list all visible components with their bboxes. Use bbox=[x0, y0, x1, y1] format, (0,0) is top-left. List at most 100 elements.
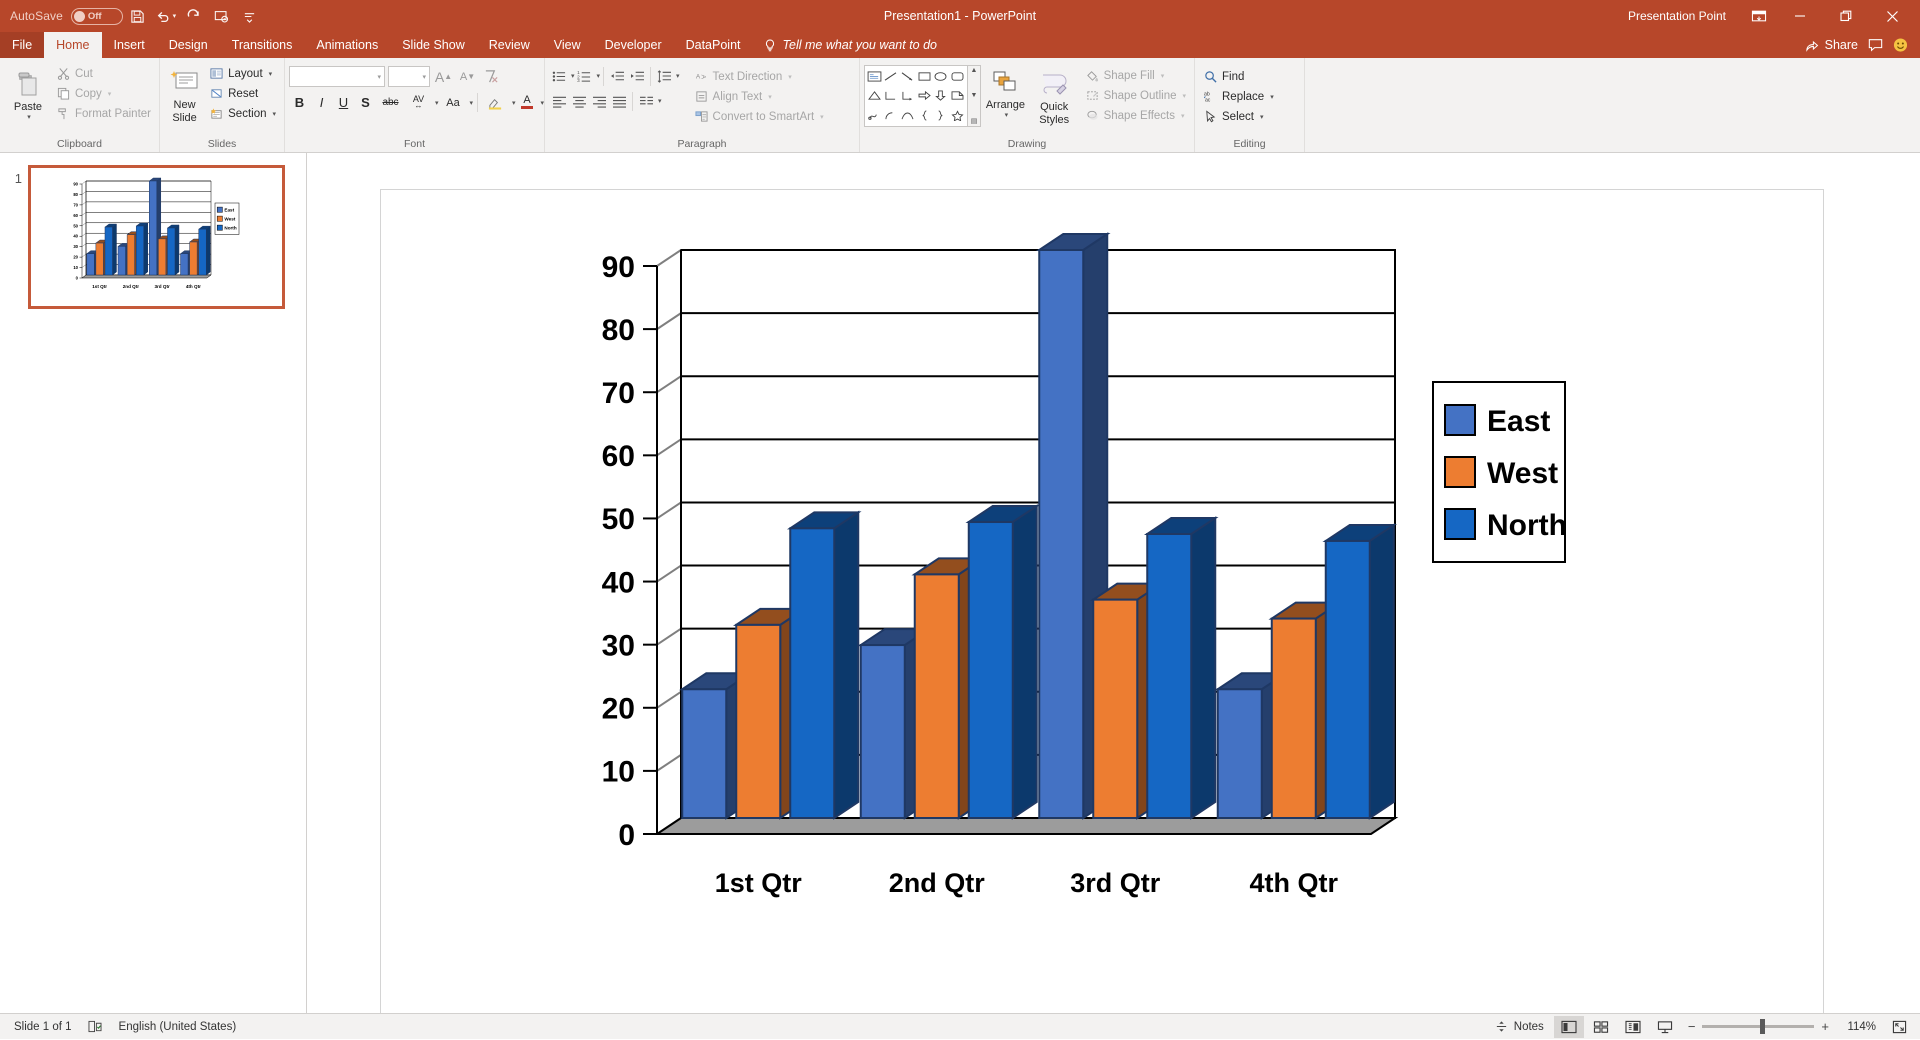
decrease-font-size-icon[interactable]: A ▼ bbox=[457, 66, 478, 87]
gallery-scroll-down-icon[interactable]: ▼ bbox=[971, 92, 978, 99]
copy-button[interactable]: Copy ▾ bbox=[52, 84, 155, 103]
comments-icon[interactable] bbox=[1868, 38, 1883, 53]
font-color-button[interactable]: A bbox=[517, 92, 538, 113]
tab-design[interactable]: Design bbox=[157, 32, 220, 58]
select-button[interactable]: Select ▾ bbox=[1199, 107, 1278, 126]
character-spacing-button[interactable]: AV ↔ bbox=[405, 92, 432, 113]
text-shadow-button[interactable]: S bbox=[355, 92, 376, 113]
shape-line-icon[interactable] bbox=[883, 67, 900, 86]
shape-left-brace-icon[interactable] bbox=[916, 106, 933, 125]
slide-sorter-icon[interactable] bbox=[1586, 1016, 1616, 1038]
format-painter-button[interactable]: Format Painter bbox=[52, 104, 155, 123]
autosave-toggle[interactable]: Off bbox=[70, 7, 123, 25]
columns-icon[interactable] bbox=[636, 91, 656, 111]
align-text-button[interactable]: Align Text ▾ bbox=[690, 87, 828, 106]
increase-indent-icon[interactable] bbox=[627, 66, 647, 86]
shape-folded-corner-icon[interactable] bbox=[949, 86, 966, 105]
column-chart-3d[interactable]: 0 10 20 30 40 50 60 70 80 90 1st Qtr 2nd Qtr 3rd Qtr… bbox=[381, 190, 1825, 1013]
shape-elbow-arrow-icon[interactable] bbox=[899, 86, 916, 105]
language-indicator[interactable]: English (United States) bbox=[111, 1014, 245, 1039]
save-icon[interactable] bbox=[125, 3, 151, 29]
quick-styles-button[interactable]: Quick Styles bbox=[1030, 65, 1079, 126]
shape-arc-icon[interactable] bbox=[883, 106, 900, 125]
paste-button[interactable]: Paste ▾ bbox=[4, 63, 52, 122]
close-icon[interactable] bbox=[1870, 0, 1914, 32]
numbering-icon[interactable]: 123 bbox=[575, 66, 595, 86]
shape-elbow-connector-icon[interactable] bbox=[883, 86, 900, 105]
shape-effects-button[interactable]: Shape Effects ▾ bbox=[1081, 106, 1190, 125]
gallery-scroll-up-icon[interactable]: ▲ bbox=[971, 67, 978, 74]
zoom-out-button[interactable]: − bbox=[1688, 1019, 1696, 1034]
bullets-icon[interactable] bbox=[549, 66, 569, 86]
tab-transitions[interactable]: Transitions bbox=[220, 32, 305, 58]
shape-right-arrow-icon[interactable] bbox=[916, 86, 933, 105]
redo-icon[interactable] bbox=[181, 3, 207, 29]
gallery-more-icon[interactable]: ▤ bbox=[971, 117, 978, 125]
shape-right-brace-icon[interactable] bbox=[933, 106, 950, 125]
shape-textbox-icon[interactable] bbox=[866, 67, 883, 86]
smiley-icon[interactable] bbox=[1893, 38, 1908, 53]
tell-me-search[interactable]: Tell me what you want to do bbox=[753, 32, 948, 58]
shape-down-arrow-icon[interactable] bbox=[933, 86, 950, 105]
normal-view-icon[interactable] bbox=[1553, 1015, 1584, 1038]
text-direction-button[interactable]: AA Text Direction ▾ bbox=[690, 67, 828, 86]
restore-icon[interactable] bbox=[1824, 0, 1868, 32]
user-account-name[interactable]: Presentation Point bbox=[1628, 9, 1726, 23]
accessibility-checker[interactable] bbox=[80, 1014, 111, 1039]
reading-view-icon[interactable] bbox=[1618, 1016, 1648, 1038]
shape-freeform-icon[interactable] bbox=[866, 106, 883, 125]
arrange-button[interactable]: Arrange ▾ bbox=[981, 65, 1030, 120]
shape-rectangle-icon[interactable] bbox=[916, 67, 933, 86]
align-left-icon[interactable] bbox=[549, 91, 569, 111]
shape-curve-icon[interactable] bbox=[899, 106, 916, 125]
zoom-in-button[interactable]: + bbox=[1821, 1019, 1829, 1034]
justify-icon[interactable] bbox=[609, 91, 629, 111]
bold-button[interactable]: B bbox=[289, 92, 310, 113]
slide-show-icon[interactable] bbox=[1650, 1016, 1680, 1038]
strikethrough-button[interactable]: abc bbox=[377, 92, 404, 113]
shape-gallery[interactable] bbox=[864, 65, 968, 127]
slide-counter[interactable]: Slide 1 of 1 bbox=[6, 1014, 80, 1039]
section-button[interactable]: Section ▾ bbox=[205, 104, 280, 123]
ribbon-display-options-icon[interactable] bbox=[1742, 0, 1776, 32]
align-right-icon[interactable] bbox=[589, 91, 609, 111]
tab-insert[interactable]: Insert bbox=[102, 32, 157, 58]
zoom-knob[interactable] bbox=[1760, 1019, 1766, 1034]
minimize-icon[interactable] bbox=[1778, 0, 1822, 32]
share-button[interactable]: Share bbox=[1805, 38, 1858, 53]
replace-button[interactable]: ab ac Replace ▾ bbox=[1199, 87, 1278, 106]
convert-to-smartart-button[interactable]: Convert to SmartArt ▾ bbox=[690, 107, 828, 126]
align-center-icon[interactable] bbox=[569, 91, 589, 111]
font-name-input[interactable]: ▾ bbox=[289, 66, 385, 87]
tab-review[interactable]: Review bbox=[477, 32, 542, 58]
tab-animations[interactable]: Animations bbox=[304, 32, 390, 58]
shape-star-icon[interactable] bbox=[949, 106, 966, 125]
tab-home[interactable]: Home bbox=[44, 32, 102, 58]
chart-object[interactable]: 0 10 20 30 40 50 60 70 80 90 1st Qtr 2nd Qtr 3rd Qtr… bbox=[381, 190, 1823, 1013]
undo-icon[interactable]: ▾ bbox=[153, 3, 179, 29]
layout-button[interactable]: Layout ▾ bbox=[205, 64, 280, 83]
shape-triangle-icon[interactable] bbox=[866, 86, 883, 105]
shape-arrow-icon[interactable] bbox=[899, 67, 916, 86]
tab-developer[interactable]: Developer bbox=[593, 32, 674, 58]
increase-font-size-icon[interactable]: A ▲ bbox=[433, 66, 454, 87]
shape-rounded-rect-icon[interactable] bbox=[949, 67, 966, 86]
slide-canvas[interactable]: 0 10 20 30 40 50 60 70 80 90 1st Qtr 2nd Qtr 3rd Qtr… bbox=[380, 189, 1824, 1013]
start-presentation-icon[interactable] bbox=[209, 3, 235, 29]
font-size-input[interactable]: ▾ bbox=[388, 66, 430, 87]
slide-thumbnail-1[interactable]: 0 10 20 30 40 50 60 70 80 90 1st Qtr 2nd Qtr 3rd Qtr… bbox=[28, 165, 285, 309]
notes-button[interactable]: Notes bbox=[1486, 1019, 1552, 1034]
tab-datapoint[interactable]: DataPoint bbox=[674, 32, 753, 58]
tab-view[interactable]: View bbox=[542, 32, 593, 58]
tab-file[interactable]: File bbox=[0, 32, 45, 58]
cut-button[interactable]: Cut bbox=[52, 64, 155, 83]
text-highlight-button[interactable] bbox=[482, 92, 509, 113]
shape-outline-button[interactable]: Shape Outline ▾ bbox=[1081, 86, 1190, 105]
underline-button[interactable]: U bbox=[333, 92, 354, 113]
reset-button[interactable]: Reset bbox=[205, 84, 280, 103]
italic-button[interactable]: I bbox=[311, 92, 332, 113]
find-button[interactable]: Find bbox=[1199, 67, 1278, 86]
shape-fill-button[interactable]: Shape Fill ▾ bbox=[1081, 66, 1190, 85]
decrease-indent-icon[interactable] bbox=[607, 66, 627, 86]
fit-slide-icon[interactable] bbox=[1884, 1016, 1914, 1038]
